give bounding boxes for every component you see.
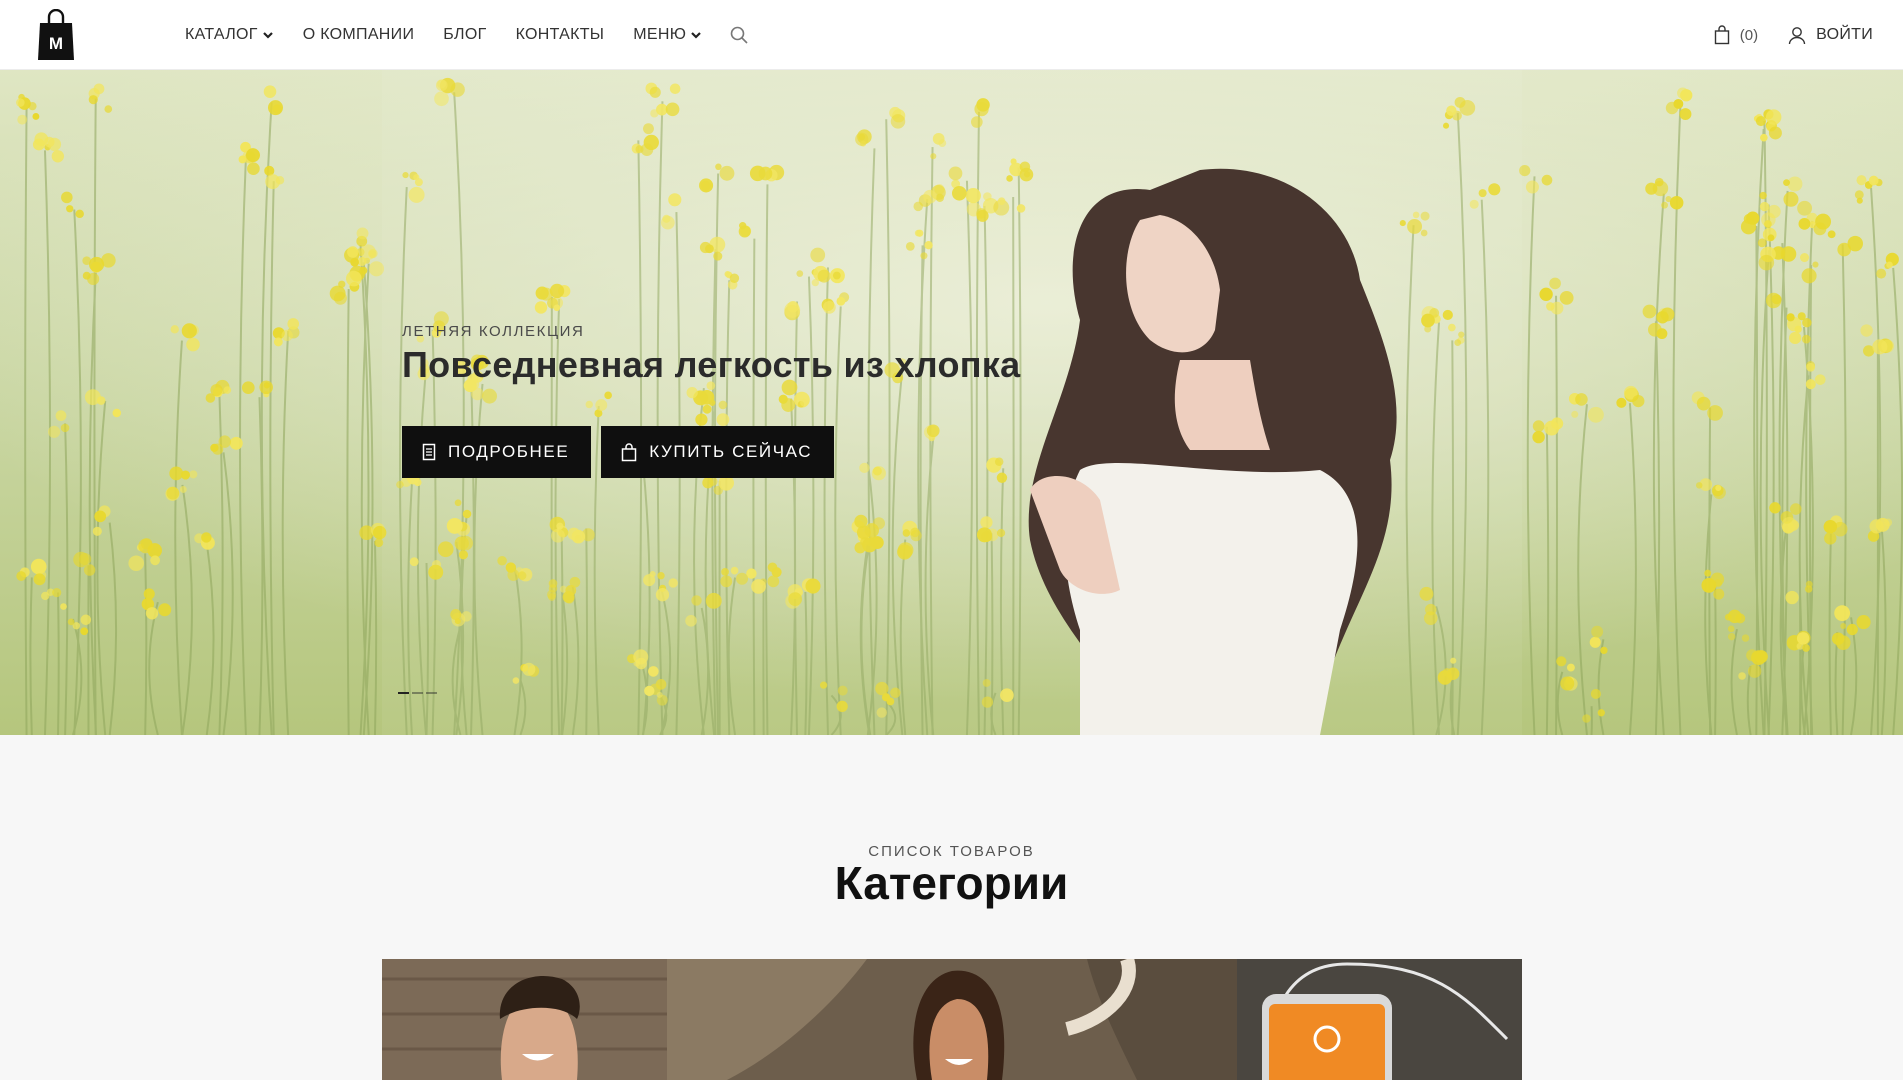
category-tile-electronics[interactable] (1237, 959, 1522, 1080)
cart-count: (0) (1739, 26, 1759, 44)
login-button[interactable]: Войти (1788, 26, 1873, 45)
nav-blog-label: Блог (443, 26, 487, 43)
more-button-label: Подробнее (448, 442, 570, 461)
header-actions: (0) Войти (1714, 0, 1873, 70)
nav-blog[interactable]: Блог (443, 26, 486, 44)
document-icon (422, 443, 436, 461)
more-button[interactable]: Подробнее (402, 426, 592, 478)
login-label: Войти (1816, 26, 1873, 43)
category-tile-men[interactable] (382, 959, 667, 1080)
shopping-bag-icon (1714, 25, 1729, 45)
nav-contacts-label: Контакты (515, 26, 605, 43)
nav-about-label: О компании (302, 26, 415, 43)
slider-dot-1[interactable] (398, 692, 409, 694)
logo[interactable]: M (37, 9, 75, 61)
nav-menu-label: Меню (633, 26, 687, 43)
nav-menu[interactable]: Меню (633, 26, 702, 44)
shopping-bag-icon (622, 442, 637, 461)
nav-catalog[interactable]: Каталог (185, 26, 274, 44)
slider-pagination (398, 692, 440, 694)
hero-content: Летняя коллекция Повседневная легкость и… (402, 323, 1302, 478)
main-nav: Каталог О компании Блог Контакты Меню (185, 0, 749, 70)
nav-contacts[interactable]: Контакты (516, 26, 605, 44)
nav-catalog-label: Каталог (185, 26, 258, 43)
hero-title: Повседневная легкость из хлопка (402, 344, 1021, 385)
category-image-women (667, 959, 1237, 1080)
category-tile-women[interactable] (667, 959, 1237, 1080)
category-tiles (382, 959, 1522, 1080)
category-image-electronics (1237, 959, 1522, 1080)
slider-dot-2[interactable] (412, 692, 423, 694)
user-icon (1788, 26, 1806, 44)
logo-letter: M (49, 34, 63, 53)
category-image-men (382, 959, 667, 1080)
chevron-down-icon (262, 32, 273, 39)
search-icon[interactable] (729, 25, 749, 45)
buy-now-button[interactable]: Купить сейчас (601, 426, 835, 478)
buy-now-button-label: Купить сейчас (649, 442, 813, 461)
categories-title: Категории (834, 857, 1069, 909)
nav-about[interactable]: О компании (303, 26, 415, 44)
site-header: M Каталог О компании Блог Контакты Меню (0, 0, 1903, 70)
slider-dot-3[interactable] (426, 692, 437, 694)
hero-kicker: Летняя коллекция (402, 323, 585, 340)
chevron-down-icon (691, 32, 701, 39)
hero-banner: Летняя коллекция Повседневная легкость и… (0, 70, 1903, 735)
hero-buttons: Подробнее Купить сейчас (402, 426, 1302, 478)
cart-button[interactable]: (0) (1714, 25, 1758, 45)
